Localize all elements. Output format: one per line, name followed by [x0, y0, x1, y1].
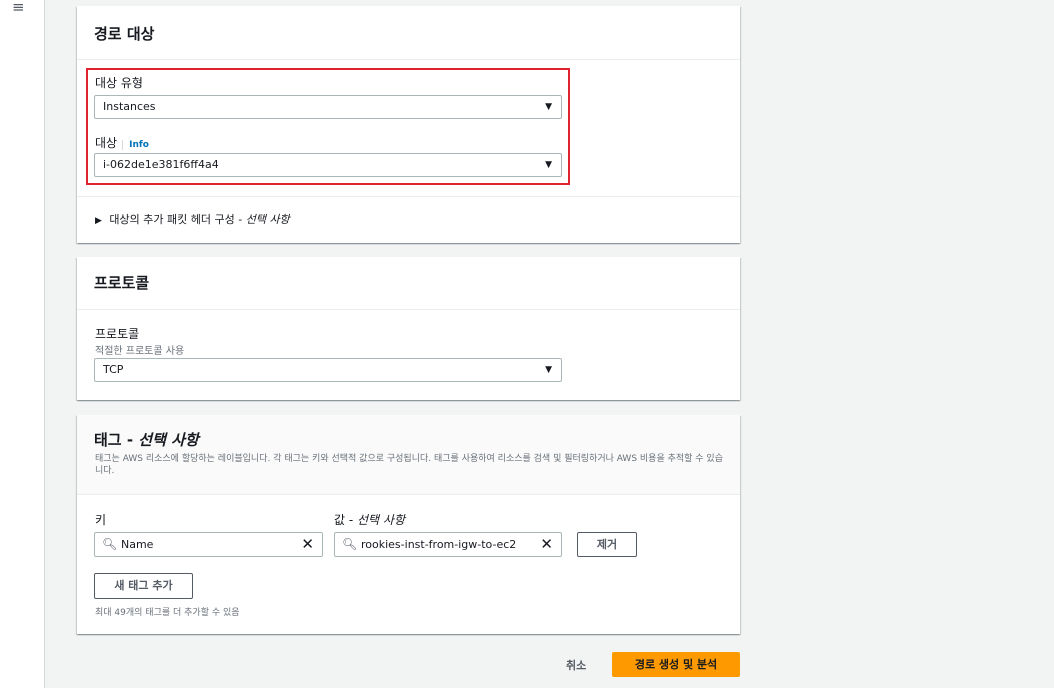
route-target-panel: 경로 대상 대상 유형 Instances ▼ 대상 Info i-062de1e… [77, 6, 740, 243]
clear-icon[interactable]: ✕ [540, 533, 553, 556]
expander-optional: 선택 사항 [245, 213, 290, 226]
search-icon: 🔍︎ [102, 537, 118, 551]
tags-title-separator: - [121, 431, 139, 449]
side-navigation: ≡ [0, 0, 45, 688]
caret-right-icon: ▶ [95, 216, 102, 226]
target-select[interactable]: i-062de1e381f6ff4a4 ▼ [94, 153, 562, 177]
protocol-value: TCP [103, 363, 124, 376]
create-route-button[interactable]: 경로 생성 및 분석 [612, 652, 740, 677]
tag-limit-note: 최대 49개의 태그를 더 추가할 수 있음 [95, 608, 240, 618]
tag-key-value: Name [121, 538, 154, 551]
remove-tag-button[interactable]: 제거 [577, 532, 637, 557]
target-type-label: 대상 유형 [95, 76, 143, 90]
divider [77, 196, 740, 197]
protocol-panel: 프로토콜 프로토콜 적절한 프로토콜 사용 TCP ▼ [77, 257, 740, 400]
caret-down-icon: ▼ [545, 365, 552, 375]
target-label: 대상 [95, 136, 118, 150]
caret-down-icon: ▼ [545, 102, 552, 112]
route-target-title: 경로 대상 [94, 25, 155, 43]
expander-label: 대상의 추가 패킷 헤더 구성 [109, 213, 235, 226]
protocol-header: 프로토콜 [77, 257, 740, 310]
add-tag-button[interactable]: 새 태그 추가 [94, 573, 193, 599]
tag-value-label: 값 - 선택 사항 [334, 511, 405, 528]
protocol-field-description: 적절한 프로토콜 사용 [95, 346, 185, 357]
tag-value-label-separator: - [345, 513, 358, 527]
protocol-field-label: 프로토콜 [95, 327, 140, 341]
tag-key-label: 키 [95, 513, 107, 527]
tags-description: 태그는 AWS 리소스에 할당하는 레이블입니다. 각 태그는 키와 선택적 값… [95, 454, 723, 476]
tags-title-optional: 선택 사항 [138, 431, 199, 449]
tags-title-text: 태그 [94, 431, 122, 449]
tag-value-value: rookies-inst-from-igw-to-ec2 [361, 538, 517, 551]
info-link[interactable]: Info [122, 140, 149, 150]
menu-icon[interactable]: ≡ [12, 0, 25, 15]
protocol-title: 프로토콜 [94, 274, 150, 292]
clear-icon[interactable]: ✕ [301, 533, 314, 556]
target-value: i-062de1e381f6ff4a4 [103, 158, 219, 171]
tags-header: 태그 - 선택 사항 태그는 AWS 리소스에 할당하는 레이블입니다. 각 태… [77, 415, 740, 495]
tag-value-input[interactable]: 🔍︎ rookies-inst-from-igw-to-ec2 ✕ [334, 532, 562, 557]
tag-value-label-text: 값 [334, 513, 346, 527]
route-target-header: 경로 대상 [77, 6, 740, 60]
tag-value-label-optional: 선택 사항 [357, 513, 405, 527]
target-type-select[interactable]: Instances ▼ [94, 95, 562, 119]
protocol-select[interactable]: TCP ▼ [94, 358, 562, 382]
tags-title: 태그 - 선택 사항 [94, 429, 199, 450]
expander-separator: - [238, 213, 246, 226]
tag-key-input[interactable]: 🔍︎ Name ✕ [94, 532, 323, 557]
cancel-button[interactable]: 취소 [566, 657, 586, 673]
target-label-row: 대상 Info [95, 134, 149, 151]
additional-header-expander[interactable]: ▶ 대상의 추가 패킷 헤더 구성 - 선택 사항 [95, 211, 290, 227]
caret-down-icon: ▼ [545, 160, 552, 170]
tags-panel: 태그 - 선택 사항 태그는 AWS 리소스에 할당하는 레이블입니다. 각 태… [77, 415, 740, 634]
search-icon: 🔍︎ [342, 537, 358, 551]
target-type-value: Instances [103, 100, 156, 113]
